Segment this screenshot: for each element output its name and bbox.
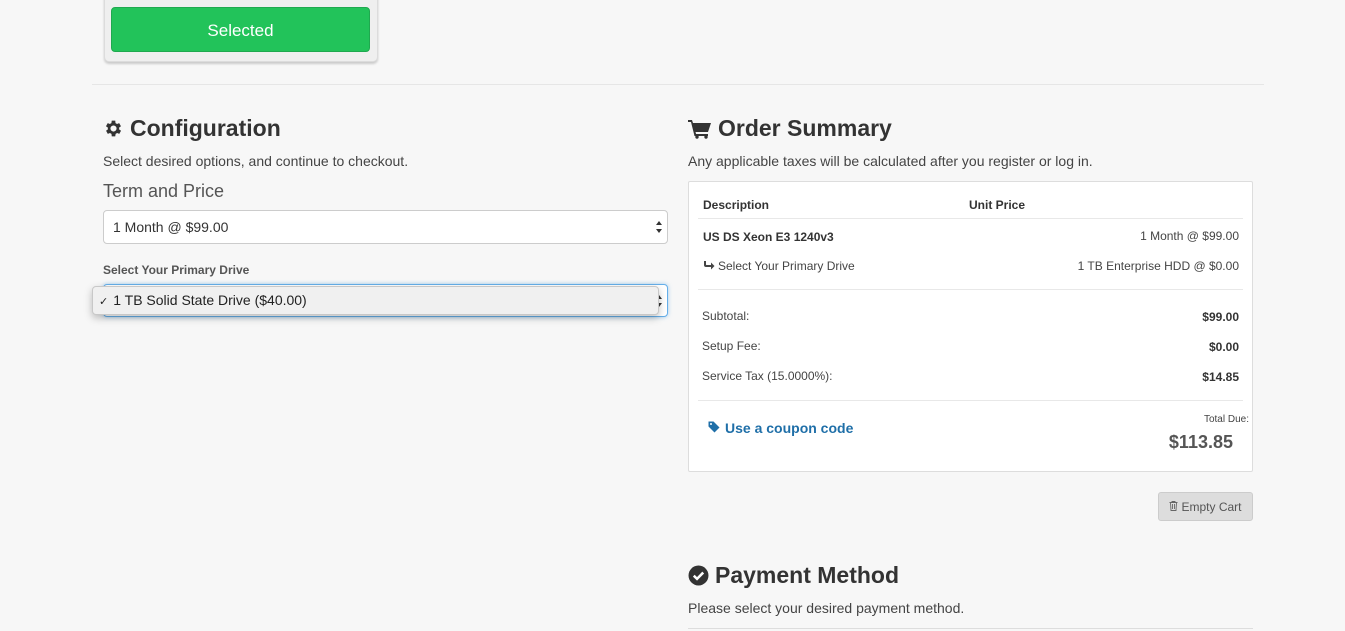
order-summary-box: Description Unit Price US DS Xeon E3 124…: [688, 181, 1253, 472]
term-heading: Term and Price: [103, 181, 225, 201]
service-tax-label: Service Tax (15.0000%):: [702, 369, 833, 383]
divider: [92, 84, 1264, 85]
payment-method-title-text: Payment Method: [715, 562, 900, 588]
payment-method-subtitle: Please select your desired payment metho…: [688, 600, 965, 616]
subtotal-value: $99.00: [1202, 310, 1239, 324]
select-arrows-icon: [656, 221, 662, 233]
term-select[interactable]: 1 Month @ $99.00: [103, 210, 668, 244]
configuration-title: Configuration: [103, 115, 281, 142]
empty-cart-button[interactable]: Empty Cart: [1158, 492, 1253, 521]
gear-icon: [103, 118, 124, 139]
option-row-label: Select Your Primary Drive: [703, 259, 855, 273]
service-tax-value: $14.85: [1202, 370, 1239, 384]
column-header-description: Description: [703, 198, 770, 212]
term-select-value: 1 Month @ $99.00: [113, 219, 229, 235]
checkmark-icon: ✓: [99, 296, 109, 308]
product-price: 1 Month @ $99.00: [1140, 229, 1239, 243]
column-header-unit-price: Unit Price: [969, 198, 1026, 212]
primary-drive-dropdown-option[interactable]: ✓ 1 TB Solid State Drive ($40.00): [92, 286, 659, 315]
selected-button[interactable]: Selected: [111, 7, 370, 52]
configuration-title-text: Configuration: [130, 115, 281, 141]
total-due-value: $113.85: [1168, 432, 1233, 452]
option-value: 1 TB Enterprise HDD @ $0.00: [1077, 259, 1239, 273]
header-divider: [698, 218, 1243, 219]
totals-divider: [698, 400, 1243, 401]
payment-method-title: Payment Method: [688, 562, 899, 589]
order-summary-title-text: Order Summary: [718, 115, 892, 141]
dropdown-option-label: 1 TB Solid State Drive ($40.00): [113, 292, 307, 308]
setup-fee-label: Setup Fee:: [702, 339, 761, 353]
setup-fee-value: $0.00: [1208, 340, 1239, 354]
check-circle-icon: [688, 565, 709, 586]
items-divider: [698, 289, 1243, 290]
order-summary-subtitle: Any applicable taxes will be calculated …: [688, 153, 1093, 169]
configuration-subtitle: Select desired options, and continue to …: [103, 153, 409, 169]
tag-icon: [708, 420, 720, 436]
product-name: US DS Xeon E3 1240v3: [703, 230, 834, 244]
primary-drive-label: Select Your Primary Drive: [103, 263, 250, 277]
shopping-cart-icon: [688, 119, 712, 139]
total-due-label: Total Due:: [1203, 414, 1249, 425]
trash-icon: [1169, 500, 1178, 514]
product-card: Selected: [104, 0, 378, 62]
share-arrow-icon: [703, 259, 715, 273]
subtotal-label: Subtotal:: [702, 309, 750, 323]
use-coupon-link[interactable]: Use a coupon code: [708, 420, 853, 436]
order-summary-title: Order Summary: [688, 115, 892, 142]
